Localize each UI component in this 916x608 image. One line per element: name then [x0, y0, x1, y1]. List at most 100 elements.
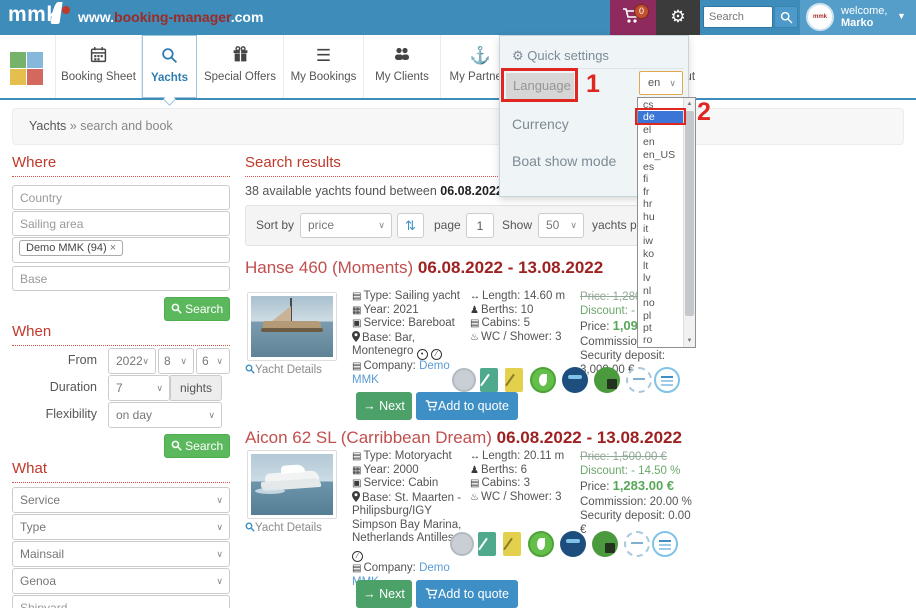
breadcrumb-page: search and book [80, 119, 173, 133]
language-option[interactable]: ro [638, 334, 684, 346]
language-select[interactable]: en ∨ [639, 71, 683, 95]
location-circle-icon[interactable]: • [416, 349, 428, 360]
show-label: Show [502, 218, 533, 232]
chip-close-icon[interactable]: × [110, 242, 116, 254]
from-month-select[interactable]: 8 ∨ [158, 348, 194, 374]
logo-square-blue [27, 52, 43, 68]
logo-square-green [10, 52, 26, 68]
length-icon: ↔ [470, 451, 480, 462]
scrollbar-thumb[interactable] [685, 111, 694, 316]
language-option[interactable]: nl [638, 285, 684, 297]
breadcrumb-section[interactable]: Yachts [29, 119, 66, 133]
nav-label: My Bookings [290, 71, 357, 83]
page-input[interactable] [466, 213, 494, 238]
show-select[interactable]: 50 ∨ [538, 213, 584, 238]
nav-item-my-clients[interactable]: My Clients [364, 35, 441, 98]
boat-show-mode-menu-item[interactable]: Boat show mode [512, 153, 616, 169]
user-menu[interactable]: mmk welcome, Marko ▼ [800, 0, 916, 35]
cabins-icon: ▤ [470, 318, 480, 329]
duration-select[interactable]: 7 ∨ [108, 375, 170, 401]
language-option[interactable]: en_US [638, 149, 684, 161]
magnifier-icon [245, 364, 255, 374]
language-option[interactable]: es [638, 161, 684, 173]
language-option[interactable]: fr [638, 186, 684, 198]
divider [12, 176, 230, 177]
add-to-quote-button[interactable]: Add to quote [416, 580, 518, 608]
service-value: Service [20, 493, 61, 507]
language-option[interactable]: iw [638, 235, 684, 247]
yacht-title[interactable]: Aicon 62 SL (Carribbean Dream) 06.08.202… [245, 428, 682, 448]
base-input[interactable] [12, 266, 230, 291]
language-option[interactable]: no [638, 297, 684, 309]
country-input[interactable] [12, 185, 230, 210]
from-day-select[interactable]: 6 ∨ [196, 348, 230, 374]
spec-service: Service: Cabin [363, 477, 439, 489]
app-logo-squares[interactable] [10, 52, 44, 86]
type-select[interactable]: Type ∨ [12, 514, 230, 540]
chevron-down-icon[interactable]: ▼ [897, 11, 906, 21]
language-option[interactable]: pt [638, 322, 684, 334]
spec-wc: WC / Shower: 3 [480, 330, 562, 343]
spec-base: Base: Bar, Montenegro [352, 331, 417, 358]
scrollbar[interactable]: ▲ ▼ [683, 98, 695, 347]
cart-button[interactable] [610, 0, 656, 35]
nav-label: Special Offers [203, 71, 276, 83]
search-icon [171, 303, 182, 314]
company-input[interactable]: Demo MMK (94) × [12, 237, 230, 263]
where-search-button[interactable]: Search [164, 297, 230, 321]
flexibility-select[interactable]: on day ∨ [108, 402, 222, 428]
language-option[interactable]: fi [638, 173, 684, 185]
currency-menu-item[interactable]: Currency [512, 116, 569, 132]
when-search-button[interactable]: Search [164, 434, 230, 458]
language-option[interactable]: hu [638, 211, 684, 223]
certificate-green-badge-icon [478, 532, 496, 556]
add-to-quote-button[interactable]: Add to quote [416, 392, 518, 420]
sort-select[interactable]: price ∨ [300, 213, 392, 238]
language-option[interactable]: lv [638, 272, 684, 284]
yacht-specs-left: ▤ Type: Motoryacht ▦ Year: 2000 ▣ Service: … [352, 450, 468, 589]
safe-travels-badge-icon [562, 367, 588, 393]
genoa-select[interactable]: Genoa ∨ [12, 568, 230, 594]
sailing-area-input[interactable] [12, 211, 230, 236]
language-option[interactable]: hr [638, 198, 684, 210]
company-chip[interactable]: Demo MMK (94) × [19, 240, 124, 256]
nav-item-booking-sheet[interactable]: Booking Sheet [55, 35, 142, 98]
quote-label: Add to quote [438, 399, 509, 413]
language-option[interactable]: en [638, 136, 684, 148]
yacht-details-link[interactable]: Yacht Details [245, 522, 322, 534]
yacht-details-link[interactable]: Yacht Details [245, 364, 322, 376]
nav-item-yachts[interactable]: Yachts [142, 35, 197, 98]
from-year-select[interactable]: 2022 ∨ [108, 348, 156, 374]
quote-label: Add to quote [438, 587, 509, 601]
company-icon: ▤ [352, 563, 362, 574]
language-option[interactable]: pl [638, 310, 684, 322]
yacht-title[interactable]: Hanse 460 (Moments) 06.08.2022 - 13.08.2… [245, 258, 603, 278]
next-button[interactable]: → Next [356, 580, 412, 608]
yacht-photo[interactable] [247, 292, 337, 361]
compass-icon[interactable]: ⁄ [352, 551, 363, 562]
topbar-search-input[interactable] [703, 6, 773, 28]
pin-icon [352, 490, 360, 502]
mainsail-select[interactable]: Mainsail ∨ [12, 541, 230, 567]
topbar-search-button[interactable] [774, 6, 798, 28]
shipyard-input[interactable] [12, 595, 230, 608]
annotation-number-2: 2 [697, 98, 711, 126]
service-select[interactable]: Service ∨ [12, 487, 230, 513]
month-value: 8 [164, 354, 171, 368]
language-option[interactable]: ko [638, 248, 684, 260]
language-option[interactable]: lt [638, 260, 684, 272]
compass-icon[interactable]: ⁄ [430, 349, 442, 360]
sort-direction-button[interactable]: ⇅ [397, 213, 424, 238]
spec-berths: Berths: 10 [480, 303, 534, 316]
settings-button[interactable]: ⚙ [656, 0, 700, 35]
next-button[interactable]: → Next [356, 392, 412, 420]
chevron-down-icon: ∨ [570, 220, 577, 230]
language-option[interactable]: el [638, 124, 684, 136]
nav-item-my-bookings[interactable]: ☰ My Bookings [284, 35, 364, 98]
nav-item-special-offers[interactable]: Special Offers [197, 35, 284, 98]
list-icon: ☰ [315, 46, 332, 65]
yacht-photo[interactable] [247, 450, 337, 519]
scroll-down-icon[interactable]: ▼ [684, 335, 695, 347]
yacht-specs-left: ▤ Type: Sailing yacht ▦ Year: 2021 ▣ Servic… [352, 290, 468, 387]
language-option[interactable]: it [638, 223, 684, 235]
